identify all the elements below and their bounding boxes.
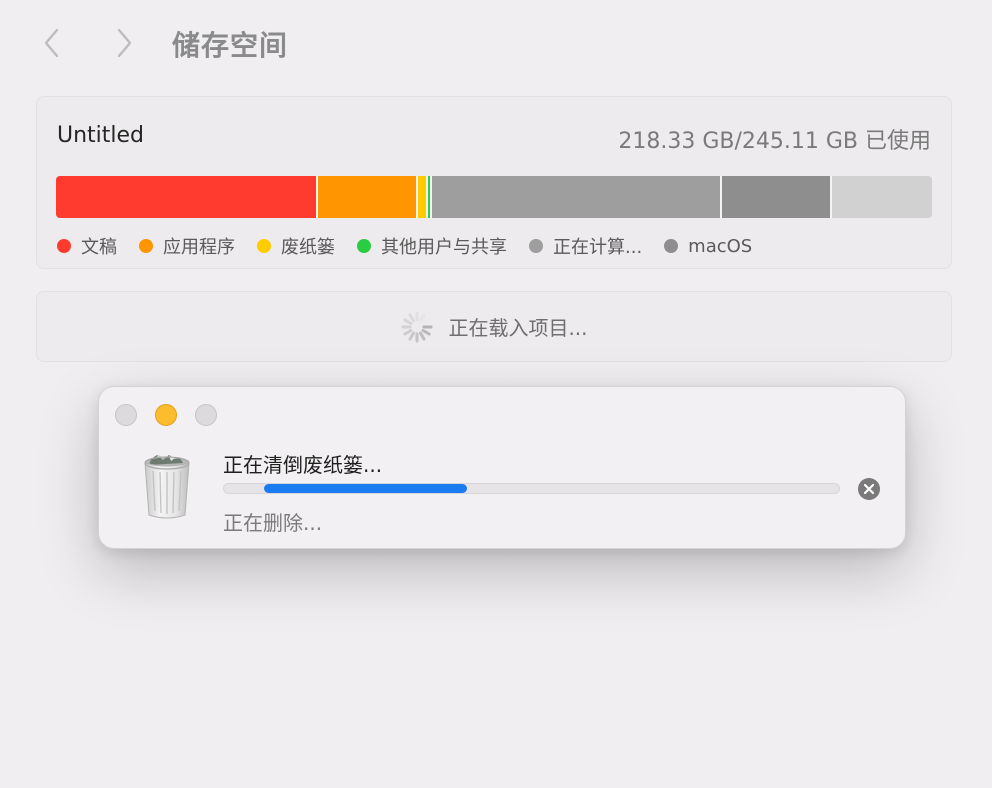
spinner-icon	[401, 311, 433, 342]
legend-label: 废纸篓	[281, 237, 335, 258]
forward-button[interactable]	[110, 28, 138, 58]
legend-label: macOS	[688, 235, 753, 257]
cancel-icon[interactable]	[857, 477, 881, 501]
legend-dot	[57, 239, 71, 253]
legend-label: 其他用户与共享	[381, 237, 507, 258]
usage-segment-6	[832, 176, 932, 218]
usage-segment-0	[56, 176, 319, 218]
loading-text: 正在载入项目...	[448, 316, 588, 340]
empty-trash-dialog: 正在清倒废纸篓... 正在删除...	[98, 386, 906, 549]
chevron-right-icon	[117, 28, 132, 58]
page-title: 储存空间	[172, 29, 289, 62]
progress-fill	[263, 484, 467, 493]
storage-legend: 文稿 应用程序 废纸篓 其他用户与共享 正在计算... macOS	[57, 233, 774, 259]
dialog-title: 正在清倒废纸篓...	[223, 453, 383, 477]
window-zoom-button[interactable]	[195, 404, 217, 426]
usage-segment-1	[318, 176, 419, 218]
trash-icon	[144, 455, 190, 519]
legend-label: 正在计算...	[553, 237, 643, 258]
usage-segment-2	[418, 176, 429, 218]
window-close-button[interactable]	[115, 404, 137, 426]
legend-dot	[139, 239, 153, 253]
volume-name: Untitled	[57, 123, 145, 148]
legend-item: 应用程序	[139, 233, 235, 259]
legend-item: 文稿	[57, 233, 117, 259]
volume-usage: 218.33 GB/245.11 GB 已使用	[618, 129, 931, 154]
legend-item: 正在计算...	[529, 233, 642, 259]
volume-card: Untitled 218.33 GB/245.11 GB 已使用 文稿 应用程序 废…	[36, 96, 952, 269]
legend-dot	[529, 239, 543, 253]
back-button[interactable]	[38, 28, 66, 58]
legend-dot	[357, 239, 371, 253]
legend-label: 文稿	[81, 237, 117, 258]
progress-bar	[223, 483, 840, 494]
usage-segment-5	[722, 176, 833, 218]
legend-dot	[664, 239, 679, 253]
dialog-status: 正在删除...	[223, 511, 323, 535]
legend-item: macOS	[664, 236, 752, 257]
legend-dot	[257, 239, 271, 253]
legend-item: 其他用户与共享	[357, 233, 507, 259]
legend-item: 废纸篓	[257, 233, 335, 259]
chevron-left-icon	[44, 28, 59, 58]
storage-usage-bar	[56, 176, 932, 218]
loading-items-panel: 正在载入项目...	[36, 291, 952, 362]
window-minimize-button[interactable]	[155, 404, 177, 426]
legend-label: 应用程序	[163, 237, 235, 258]
usage-segment-4	[432, 176, 723, 218]
